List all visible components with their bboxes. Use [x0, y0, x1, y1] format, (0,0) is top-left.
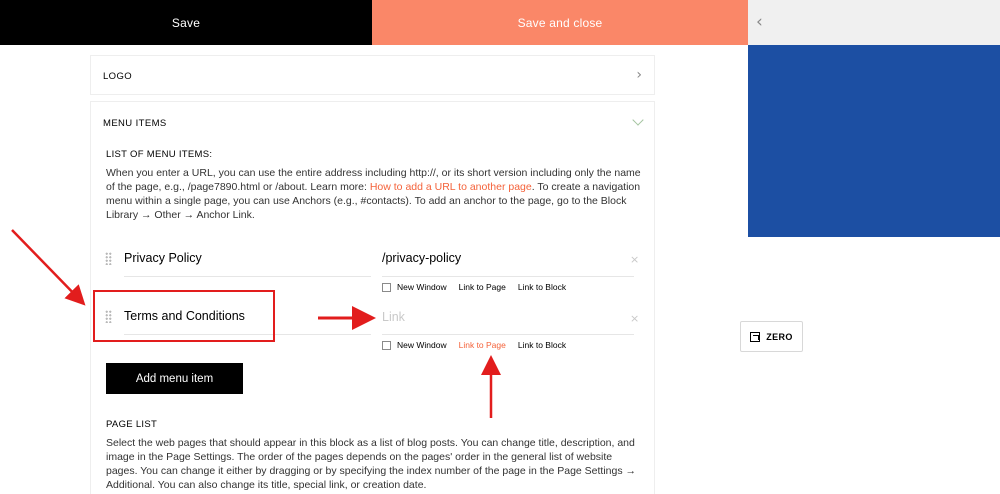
logo-section[interactable]: LOGO › — [90, 55, 655, 95]
page-list-label: PAGE LIST — [106, 419, 158, 430]
chevron-down-icon[interactable] — [632, 114, 644, 126]
menu-item-url-underline — [382, 334, 634, 335]
drag-handle-icon[interactable] — [105, 252, 112, 265]
add-menu-item-button[interactable]: Add menu item — [106, 363, 243, 394]
top-toolbar: Save Save and close — [0, 0, 748, 45]
menu-item-url-input[interactable]: /privacy-policy — [382, 251, 461, 265]
menu-item-url-input[interactable]: Link — [382, 310, 405, 324]
save-and-close-button[interactable]: Save and close — [372, 0, 748, 45]
link-to-page-option[interactable]: Link to Page — [459, 340, 506, 350]
menu-item-name[interactable]: Privacy Policy — [124, 251, 202, 265]
preview-cover-area — [748, 45, 1000, 237]
remove-item-icon[interactable]: × — [630, 253, 639, 266]
new-window-label[interactable]: New Window — [397, 282, 447, 292]
new-window-checkbox[interactable] — [382, 340, 391, 350]
menu-list-label: LIST OF MENU ITEMS: — [106, 149, 213, 160]
menu-item-options: New Window Link to Page Link to Block — [382, 282, 578, 292]
remove-item-icon[interactable]: × — [630, 312, 639, 325]
zero-icon — [750, 331, 761, 342]
chevron-left-icon: ‹ — [756, 12, 763, 32]
save-button[interactable]: Save — [0, 0, 372, 45]
block-preview: ‹ — [748, 0, 1000, 494]
chevron-right-icon: › — [636, 67, 642, 83]
link-to-block-option[interactable]: Link to Block — [518, 340, 566, 350]
zero-label: ZERO — [766, 331, 793, 342]
page-list-description: Select the web pages that should appear … — [106, 437, 637, 491]
menu-description: When you enter a URL, you can use the en… — [106, 166, 646, 222]
menu-item-name-underline — [124, 276, 371, 277]
zero-block-button[interactable]: ZERO — [740, 321, 803, 352]
menu-items-section-title[interactable]: MENU ITEMS — [103, 118, 167, 129]
logo-section-title: LOGO — [103, 71, 133, 82]
menu-item-url-underline — [382, 276, 634, 277]
collapse-panel-button[interactable]: ‹ — [748, 0, 1000, 45]
highlight-box — [93, 290, 275, 342]
preview-content-area — [748, 237, 1000, 494]
link-to-block-option[interactable]: Link to Block — [518, 282, 566, 292]
link-to-page-option[interactable]: Link to Page — [459, 282, 506, 292]
new-window-checkbox[interactable] — [382, 282, 391, 292]
add-url-help-link[interactable]: How to add a URL to another page — [370, 181, 532, 193]
new-window-label[interactable]: New Window — [397, 340, 447, 350]
menu-item-options: New Window Link to Page Link to Block — [382, 340, 578, 350]
